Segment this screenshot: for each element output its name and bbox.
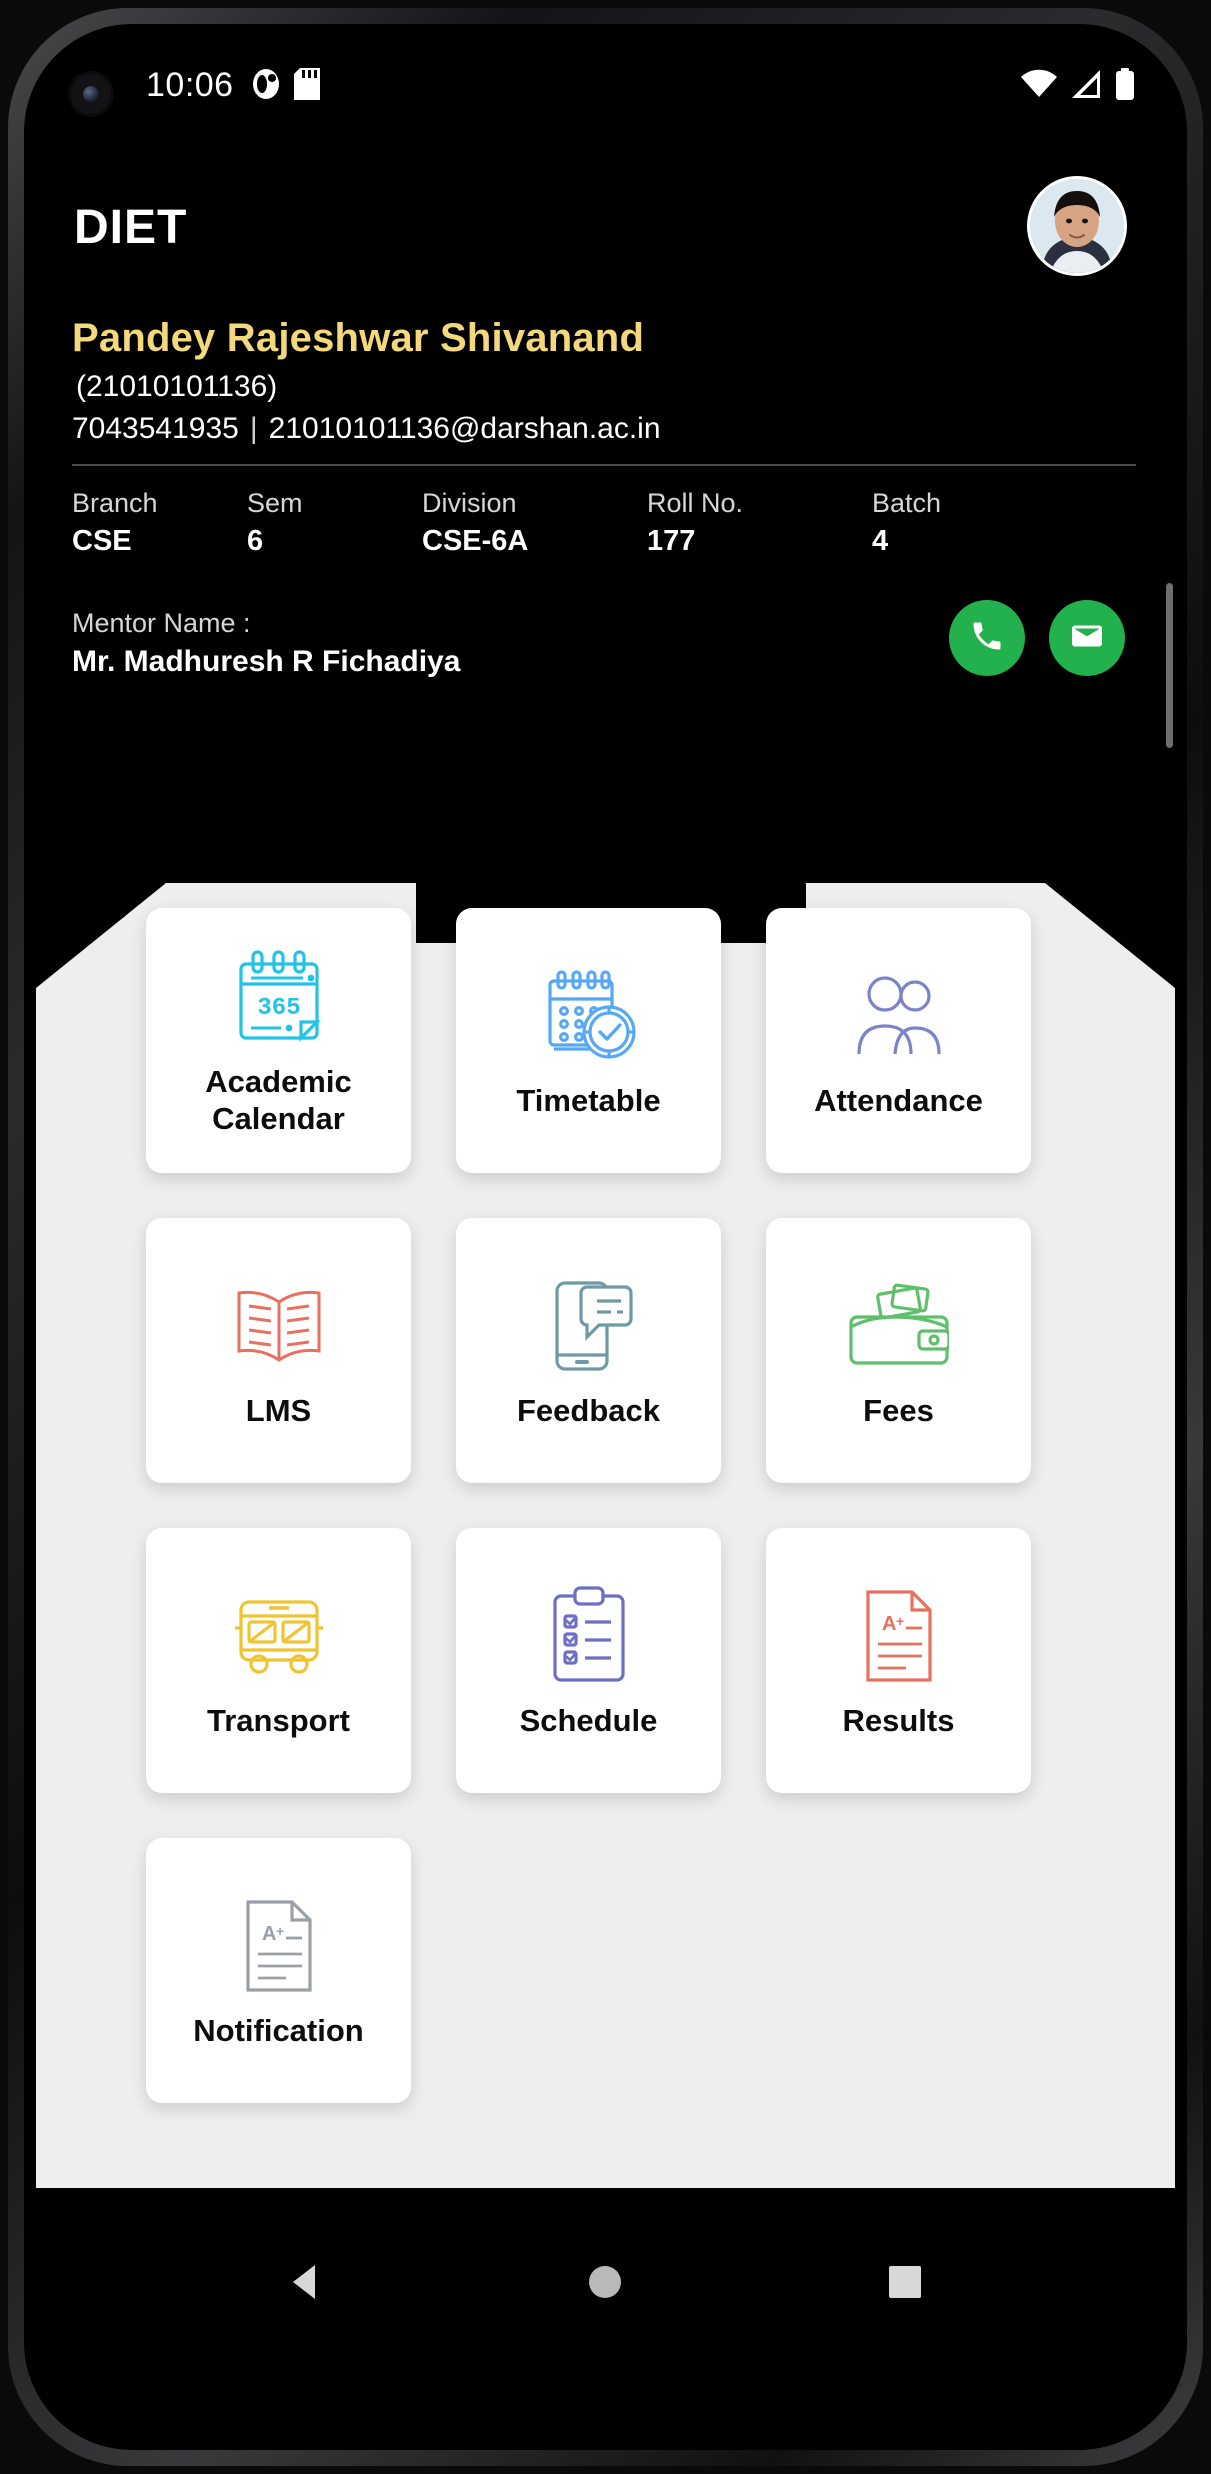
student-contact-line: 7043541935 | 21010101136@darshan.ac.in <box>72 412 661 446</box>
tile-schedule[interactable]: Schedule <box>456 1528 721 1793</box>
wifi-icon <box>1021 69 1057 104</box>
people-group-icon <box>849 962 949 1070</box>
nav-back-button[interactable] <box>274 2253 338 2317</box>
tile-attendance[interactable]: Attendance <box>766 908 1031 1173</box>
scrollbar[interactable] <box>1166 583 1173 748</box>
tile-fees[interactable]: Fees <box>766 1218 1031 1483</box>
info-label: Sem <box>247 488 303 518</box>
home-circle-icon <box>582 2259 628 2310</box>
svg-text:+: + <box>896 1613 904 1629</box>
clipboard-checklist-icon <box>547 1582 631 1690</box>
sd-card-icon <box>294 68 320 105</box>
info-sem: Sem 6 <box>247 488 422 558</box>
tile-label: Notification <box>193 2012 364 2048</box>
mentor-block: Mentor Name : Mr. Madhuresh R Fichadiya <box>72 608 460 679</box>
student-email[interactable]: 21010101136@darshan.ac.in <box>269 412 661 446</box>
mentor-label: Mentor Name : <box>72 608 251 638</box>
student-enrollment-number: (21010101136) <box>76 370 278 403</box>
header-divider <box>72 464 1136 466</box>
tile-transport[interactable]: Transport <box>146 1528 411 1793</box>
info-value: 4 <box>872 525 889 557</box>
phone-frame: 10:06 DIET Pandey Rajeshwar Shivanand (2… <box>0 0 1211 2474</box>
nav-home-button[interactable] <box>573 2253 637 2317</box>
back-triangle-icon <box>283 2259 329 2310</box>
front-camera-icon <box>68 71 114 117</box>
svg-text:+: + <box>276 1923 284 1939</box>
call-mentor-button[interactable] <box>949 600 1025 676</box>
page-title: DIET <box>74 201 188 254</box>
wallet-money-icon <box>848 1272 949 1380</box>
feature-grid: 365 Academic Calendar Timetable Attendan… <box>36 883 1175 2103</box>
tile-lms[interactable]: LMS <box>146 1218 411 1483</box>
info-label: Batch <box>872 488 942 518</box>
tile-label: Academic Calendar <box>205 1063 352 1136</box>
result-document-icon: A + <box>856 1582 942 1690</box>
calendar-clock-icon <box>540 962 638 1070</box>
tile-label: Results <box>842 1702 955 1738</box>
mentor-name: Mr. Madhuresh R Fichadiya <box>72 645 461 678</box>
email-mentor-button[interactable] <box>1049 600 1125 676</box>
tile-label: Feedback <box>516 1392 660 1428</box>
tile-label: LMS <box>245 1392 312 1428</box>
recents-square-icon <box>882 2259 928 2310</box>
svg-text:365: 365 <box>257 995 300 1022</box>
svg-text:A: A <box>882 1613 896 1635</box>
status-time: 10:06 <box>146 66 234 104</box>
info-value: 6 <box>247 525 264 557</box>
phone-screen: 10:06 DIET Pandey Rajeshwar Shivanand (2… <box>36 38 1175 2436</box>
status-notification-icons <box>251 68 320 105</box>
student-phone[interactable]: 7043541935 <box>72 412 239 446</box>
open-book-icon <box>229 1272 329 1380</box>
email-icon <box>1069 618 1105 659</box>
info-branch: Branch CSE <box>72 488 247 558</box>
avatar[interactable] <box>1027 176 1127 276</box>
tile-notification[interactable]: A + Notification <box>146 1838 411 2103</box>
info-value: CSE-6A <box>422 525 529 557</box>
status-bar: 10:06 <box>36 38 1175 148</box>
status-system-icons <box>1021 68 1135 105</box>
tile-results[interactable]: A + Results <box>766 1528 1031 1793</box>
mentor-action-buttons <box>949 600 1125 676</box>
info-value: CSE <box>72 525 132 557</box>
tile-label: Fees <box>863 1392 934 1428</box>
info-division: Division CSE-6A <box>422 488 647 558</box>
cellular-signal-icon <box>1070 69 1102 104</box>
tile-timetable[interactable]: Timetable <box>456 908 721 1173</box>
tile-feedback[interactable]: Feedback <box>456 1218 721 1483</box>
tile-academic-calendar[interactable]: 365 Academic Calendar <box>146 908 411 1173</box>
info-value: 177 <box>647 525 696 557</box>
phone-chat-icon <box>543 1272 635 1380</box>
bus-icon <box>229 1582 329 1690</box>
battery-icon <box>1115 68 1135 105</box>
android-navigation-bar <box>36 2188 1175 2436</box>
student-name: Pandey Rajeshwar Shivanand <box>72 316 645 360</box>
tile-label: Schedule <box>519 1702 658 1738</box>
contact-separator: | <box>249 412 258 445</box>
info-label: Branch <box>72 488 158 518</box>
do-not-disturb-icon <box>251 68 281 105</box>
info-label: Roll No. <box>647 488 744 518</box>
notification-document-icon: A + <box>236 1892 322 2000</box>
call-icon <box>969 618 1005 659</box>
calendar-365-icon: 365 <box>233 944 325 1052</box>
student-info-row: Branch CSE Sem 6 Division CSE-6A Roll No… <box>72 488 1142 558</box>
profile-header: DIET Pandey Rajeshwar Shivanand (2101010… <box>36 148 1175 883</box>
tile-label: Transport <box>207 1702 350 1738</box>
nav-recents-button[interactable] <box>873 2253 937 2317</box>
tile-label: Attendance <box>814 1082 983 1118</box>
info-batch: Batch 4 <box>872 488 1022 558</box>
info-roll-no: Roll No. 177 <box>647 488 872 558</box>
tile-label: Timetable <box>516 1082 661 1118</box>
svg-text:A: A <box>262 1923 276 1945</box>
info-label: Division <box>422 488 517 518</box>
